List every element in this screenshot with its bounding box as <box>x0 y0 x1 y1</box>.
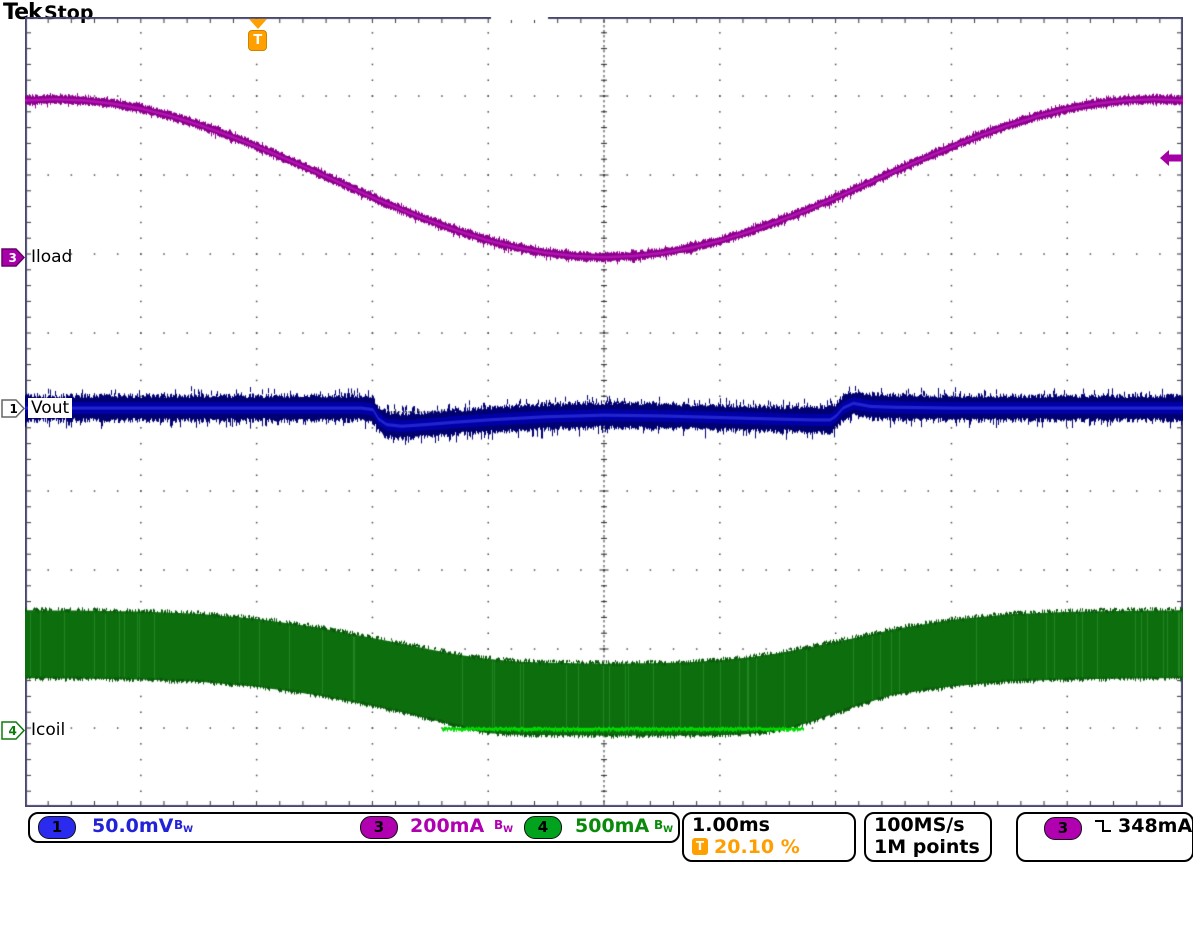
ch3-reference-marker: 3 <box>1 248 26 267</box>
trigger-source-badge: 3 <box>1044 817 1082 840</box>
ch1-reference-marker: 1 <box>1 399 26 418</box>
sample-rate-readout: 100MS/s <box>874 814 965 836</box>
ch4-badge: 4 <box>524 816 562 839</box>
trigger-level-readout: 348mA <box>1118 815 1192 837</box>
waveform-display <box>25 17 1183 807</box>
ch4-scale-readout: 500mA <box>575 815 649 837</box>
vout-label: Vout <box>28 398 72 418</box>
iload-label: Iload <box>31 247 72 267</box>
horizontal-readout: 1.00ms T 20.10 % <box>682 812 856 862</box>
svg-text:4: 4 <box>9 724 17 738</box>
ch3-bandwidth-limit-icon: BW <box>494 818 513 835</box>
ch4-bandwidth-limit-icon: BW <box>654 818 673 835</box>
svg-text:1: 1 <box>10 402 18 416</box>
ch4-reference-marker: 4 <box>1 721 26 740</box>
trigger-position-marker: T <box>248 19 268 51</box>
ch3-badge: 3 <box>360 816 398 839</box>
trigger-arrow-icon <box>249 19 267 29</box>
record-length-readout: 1M points <box>874 836 980 858</box>
acquisition-readout: 100MS/s 1M points <box>864 812 992 862</box>
trigger-t-icon: T <box>248 30 267 51</box>
trigger-readout: 3 348mA <box>1016 812 1193 862</box>
ch3-scale-readout: 200mA <box>410 815 484 837</box>
trigger-t-icon-small: T <box>692 838 708 855</box>
ch1-bandwidth-limit-icon: BW <box>174 818 193 835</box>
svg-text:3: 3 <box>9 251 17 265</box>
falling-edge-icon <box>1094 817 1112 835</box>
trigger-level-arrow-icon <box>1159 149 1183 167</box>
channel-readouts: 1 50.0mV BW 3 200mA BW 4 500mA BW <box>28 812 680 843</box>
trigger-position-readout: 20.10 % <box>714 836 800 858</box>
ch1-scale-readout: 50.0mV <box>92 815 173 837</box>
timebase-readout: 1.00ms <box>692 814 770 836</box>
ch1-badge: 1 <box>38 816 76 839</box>
icoil-label: Icoil <box>31 720 65 740</box>
